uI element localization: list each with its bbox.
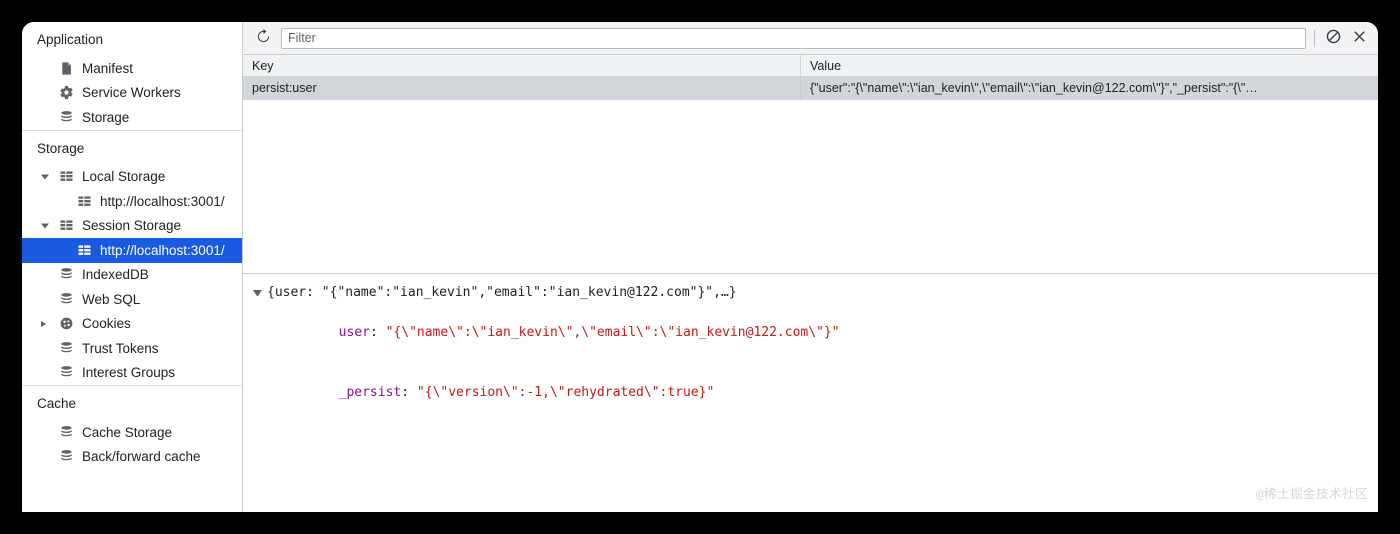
cell-value[interactable]: {"user":"{\"name\":\"ian_kevin\",\"email…: [801, 77, 1378, 99]
chevron-down-icon[interactable]: [253, 290, 262, 296]
sidebar-item-session-storage[interactable]: Session Storage: [22, 214, 242, 239]
sidebar-item-label: http://localhost:3001/: [100, 242, 225, 258]
sidebar-item-cache-storage[interactable]: Cache Storage: [22, 420, 242, 445]
cookie-icon: [58, 315, 75, 332]
sidebar-item-label: Interest Groups: [82, 365, 176, 381]
preview-child-row-user[interactable]: user: "{\"name\":\"ian_kevin\",\"email\"…: [253, 303, 1378, 363]
table-row[interactable]: persist:user {"user":"{\"name\":\"ian_ke…: [243, 77, 1378, 100]
toolbar-divider: [1314, 29, 1315, 47]
table-grid-icon: [58, 217, 75, 234]
sidebar-item-back-forward-cache[interactable]: Back/forward cache: [22, 445, 242, 470]
sidebar-item-manifest[interactable]: Manifest: [22, 56, 242, 81]
database-icon: [58, 448, 75, 465]
storage-toolbar: [243, 22, 1378, 55]
sidebar-item-service-workers[interactable]: Service Workers: [22, 81, 242, 106]
sidebar-item-label: Manifest: [82, 60, 134, 76]
sidebar-item-cookies[interactable]: Cookies: [22, 312, 242, 337]
sidebar-item-label: Local Storage: [82, 169, 166, 185]
storage-main-panel: Key Value persist:user {"user":"{\"name\…: [243, 22, 1378, 512]
gear-icon: [58, 84, 75, 101]
sidebar-item-indexeddb[interactable]: IndexedDB: [22, 263, 242, 288]
sidebar-item-label: Service Workers: [82, 85, 181, 101]
clear-all-circle-slash-icon: [1325, 28, 1342, 48]
preview-colon: :: [369, 325, 386, 340]
sidebar-item-storage[interactable]: Storage: [22, 105, 242, 130]
sidebar-item-session-storage-origin[interactable]: http://localhost:3001/: [22, 238, 242, 263]
clear-all-button[interactable]: [1320, 26, 1346, 51]
manifest-document-icon: [58, 60, 75, 77]
preview-child-row-persist[interactable]: _persist: "{\"version\":-1,\"rehydrated\…: [253, 363, 1378, 423]
sidebar-item-label: Cache Storage: [82, 424, 173, 440]
table-grid-icon: [76, 193, 93, 210]
chevron-right-icon[interactable]: [41, 320, 46, 327]
sidebar-section-application: Application Manifest Service Workers Sto…: [22, 22, 242, 130]
database-icon: [58, 266, 75, 283]
sidebar-item-label: Session Storage: [82, 218, 182, 234]
table-empty-space: [243, 100, 1378, 273]
refresh-icon: [255, 28, 272, 48]
sidebar-section-storage: Storage Local Storage http://localhost:3…: [22, 129, 242, 386]
sidebar-item-local-storage[interactable]: Local Storage: [22, 165, 242, 190]
sidebar-item-label: Storage: [82, 109, 130, 125]
filter-input[interactable]: [281, 27, 1306, 49]
database-icon: [58, 340, 75, 357]
preview-child-key: _persist: [338, 385, 402, 400]
application-sidebar: Application Manifest Service Workers Sto…: [22, 22, 243, 512]
sidebar-item-label: Web SQL: [82, 291, 141, 307]
sidebar-section-title-storage: Storage: [37, 140, 85, 156]
column-header-value[interactable]: Value: [801, 55, 1378, 76]
watermark: @稀土掘金技术社区: [1255, 486, 1368, 501]
preview-child-value: "{\"name\":\"ian_kevin\",\"email\":\"ian…: [385, 325, 840, 340]
sidebar-item-label: Back/forward cache: [82, 449, 201, 465]
database-icon: [58, 109, 75, 126]
sidebar-section-title-cache: Cache: [37, 396, 77, 411]
cell-key[interactable]: persist:user: [243, 77, 801, 99]
devtools-application-panel: Application Manifest Service Workers Sto…: [22, 22, 1378, 512]
sidebar-item-trust-tokens[interactable]: Trust Tokens: [22, 336, 242, 361]
chevron-down-icon[interactable]: [41, 223, 49, 229]
sidebar-item-local-storage-origin[interactable]: http://localhost:3001/: [22, 189, 242, 214]
sidebar-item-label: http://localhost:3001/: [100, 193, 225, 209]
table-header-row: Key Value: [243, 55, 1378, 77]
database-icon: [58, 424, 75, 441]
sidebar-item-label: IndexedDB: [82, 267, 149, 283]
table-grid-icon: [76, 242, 93, 259]
storage-key-value-table: Key Value persist:user {"user":"{\"name\…: [243, 55, 1378, 274]
preview-child-key: user: [338, 325, 370, 340]
close-x-icon: [1351, 28, 1368, 48]
preview-colon: :: [401, 385, 417, 400]
sidebar-section-cache: Cache Cache Storage Back/forward cache: [22, 385, 242, 469]
preview-root-row[interactable]: {user: "{"name":"ian_kevin","email":"ian…: [253, 283, 1378, 303]
delete-selected-button[interactable]: [1346, 26, 1372, 51]
table-grid-icon: [58, 168, 75, 185]
preview-root-text: {user: "{"name":"ian_kevin","email":"ian…: [267, 285, 737, 300]
chevron-down-icon[interactable]: [41, 174, 49, 180]
preview-child-value: "{\"version\":-1,\"rehydrated\":true}": [416, 385, 715, 400]
column-header-key[interactable]: Key: [243, 55, 801, 76]
database-icon: [58, 291, 75, 308]
sidebar-section-title-application: Application: [37, 32, 104, 47]
sidebar-item-web-sql[interactable]: Web SQL: [22, 287, 242, 312]
sidebar-item-interest-groups[interactable]: Interest Groups: [22, 361, 242, 386]
value-preview-pane: {user: "{"name":"ian_kevin","email":"ian…: [243, 274, 1378, 512]
database-icon: [58, 364, 75, 381]
refresh-button[interactable]: [250, 26, 276, 51]
sidebar-item-label: Cookies: [82, 316, 131, 332]
sidebar-item-label: Trust Tokens: [82, 340, 159, 356]
